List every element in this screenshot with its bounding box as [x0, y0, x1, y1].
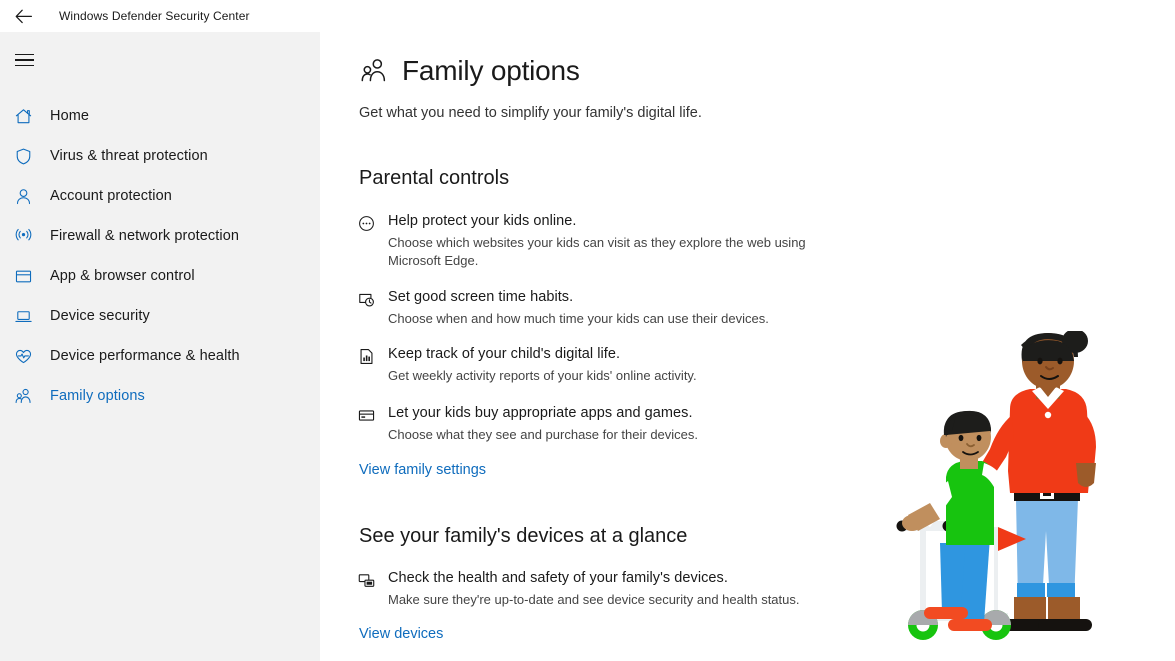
hamburger-menu-icon[interactable] [0, 40, 48, 80]
feature-description: Choose which websites your kids can visi… [388, 235, 806, 268]
family-parent-and-child-on-scooter-illustration [890, 331, 1130, 661]
sidebar-item-home[interactable]: Home [0, 96, 320, 136]
sidebar-item-label: Device security [50, 308, 150, 324]
wifi-signal-icon [14, 227, 44, 246]
family-people-icon [359, 56, 389, 86]
feature-heading: Help protect your kids online. [388, 213, 577, 229]
section-heading-family-devices: See your family's devices at a glance [359, 525, 688, 547]
credit-card-icon [358, 404, 388, 444]
feature-description: Choose when and how much time your kids … [388, 311, 769, 326]
feature-description: Make sure they're up-to-date and see dev… [388, 592, 800, 607]
sidebar: Home Virus & threat protection Account p… [0, 32, 320, 661]
feature-track-digital-life: Keep track of your child's digital life.… [358, 345, 828, 385]
feature-heading: Keep track of your child's digital life. [388, 346, 621, 362]
activity-report-icon [358, 345, 388, 385]
window-title: Windows Defender Security Center [59, 9, 250, 23]
home-icon [14, 107, 44, 126]
feature-description: Choose what they see and purchase for th… [388, 427, 699, 442]
feature-description: Get weekly activity reports of your kids… [388, 368, 697, 383]
sidebar-item-account-protection[interactable]: Account protection [0, 176, 320, 216]
browser-window-icon [14, 267, 44, 286]
sidebar-item-label: Home [50, 108, 90, 124]
sidebar-item-firewall-network-protection[interactable]: Firewall & network protection [0, 216, 320, 256]
sidebar-item-label: App & browser control [50, 268, 195, 284]
feature-heading: Let your kids buy appropriate apps and g… [388, 405, 693, 421]
sidebar-item-device-security[interactable]: Device security [0, 296, 320, 336]
feature-heading: Set good screen time habits. [388, 289, 574, 305]
main-content: Family options Get what you need to simp… [320, 32, 1175, 661]
laptop-icon [14, 307, 44, 326]
view-family-settings-link[interactable]: View family settings [359, 462, 486, 478]
sidebar-item-label: Firewall & network protection [50, 228, 240, 244]
page-header: Family options [359, 55, 580, 87]
family-people-icon [14, 387, 44, 406]
sidebar-item-family-options[interactable]: Family options [0, 376, 320, 416]
feature-screen-time-habits: Set good screen time habits. Choose when… [358, 288, 828, 328]
sidebar-item-label: Account protection [50, 188, 172, 204]
sidebar-item-label: Device performance & health [50, 348, 240, 364]
shield-icon [14, 147, 44, 166]
feature-check-device-health: Check the health and safety of your fami… [358, 569, 838, 609]
feature-buy-apps-and-games: Let your kids buy appropriate apps and g… [358, 404, 828, 444]
feature-heading: Check the health and safety of your fami… [388, 570, 728, 586]
sidebar-nav: Home Virus & threat protection Account p… [0, 96, 320, 416]
section-heading-parental-controls: Parental controls [359, 167, 510, 189]
page-title: Family options [402, 55, 580, 86]
devices-icon [358, 569, 388, 609]
security-center-window: Windows Defender Security Center Home Vi… [0, 0, 1175, 661]
back-button[interactable] [0, 0, 46, 32]
person-icon [14, 187, 44, 206]
sidebar-item-device-performance-health[interactable]: Device performance & health [0, 336, 320, 376]
heart-pulse-icon [14, 347, 44, 366]
page-subtitle: Get what you need to simplify your famil… [359, 105, 702, 121]
sidebar-item-app-browser-control[interactable]: App & browser control [0, 256, 320, 296]
web-dots-circle-icon [358, 212, 388, 269]
title-bar: Windows Defender Security Center [0, 0, 1175, 32]
feature-help-protect-kids-online: Help protect your kids online. Choose wh… [358, 212, 828, 269]
sidebar-item-label: Family options [50, 388, 145, 404]
sidebar-item-label: Virus & threat protection [50, 148, 208, 164]
view-devices-link[interactable]: View devices [359, 626, 443, 642]
sidebar-item-virus-threat-protection[interactable]: Virus & threat protection [0, 136, 320, 176]
screen-time-clock-icon [358, 288, 388, 328]
